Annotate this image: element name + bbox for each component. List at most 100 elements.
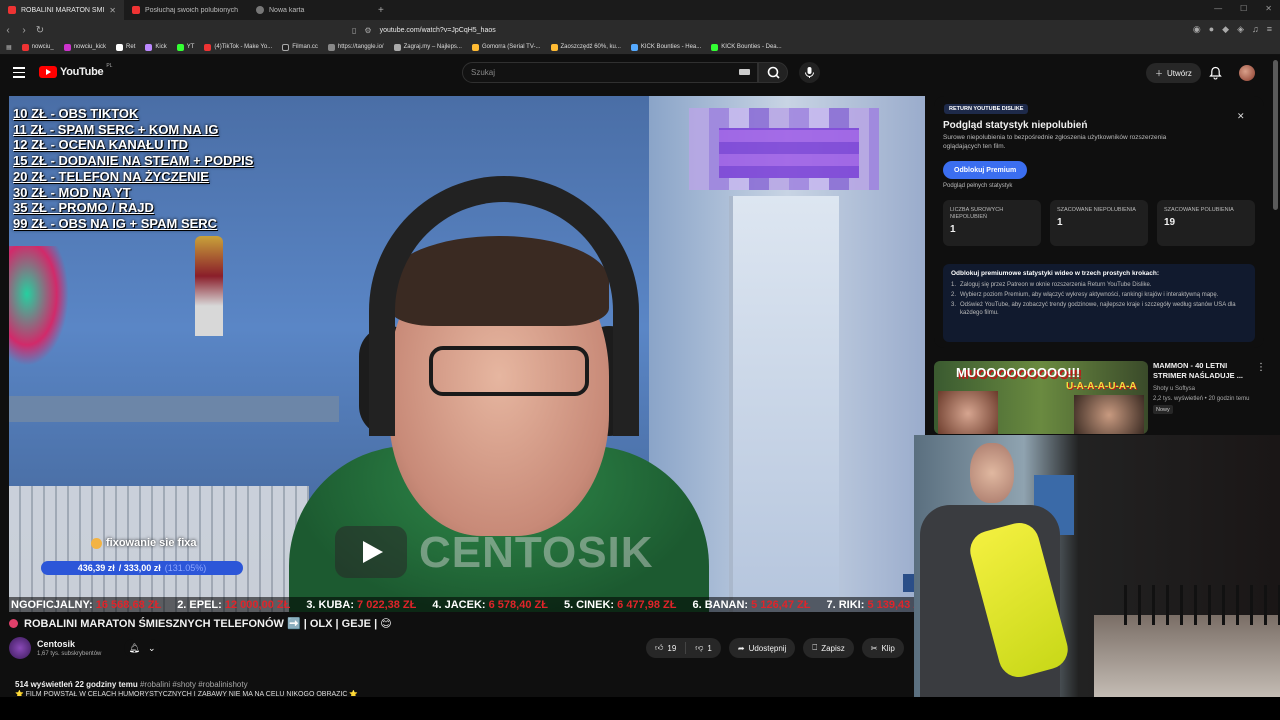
ticker-value: 16 568,68 ZŁ [95, 599, 162, 611]
extension-icon[interactable]: ◈ [1237, 24, 1244, 35]
dislike-button[interactable]: 👎︎ 1 [686, 638, 721, 658]
bookmark-label: (4)TikTok - Make Yo... [214, 44, 273, 50]
play-button[interactable] [335, 526, 407, 578]
bookmark-item[interactable]: nowciu_kick [63, 43, 106, 51]
thumbnail-face [938, 391, 998, 434]
donation-item: 15 ZŁ - DODANIE NA STEAM + PODPIS [13, 153, 254, 169]
bookmark-item[interactable]: Zaoszczędź 60%, ku... [550, 43, 621, 51]
bookmark-label: Kick [155, 44, 167, 50]
music-icon[interactable]: ♫ [1252, 24, 1259, 35]
recommended-thumbnail[interactable]: MUOOOOOOOOO!!! U-A-A-A-U-A-A [934, 361, 1148, 434]
extension-icon[interactable]: ◉ [1193, 24, 1201, 35]
share-icon: ➦ [737, 643, 745, 653]
create-button[interactable]: ＋ Utwórz [1146, 63, 1201, 83]
thumbnail-text: U-A-A-A-U-A-A [1066, 381, 1137, 392]
settings-icon[interactable]: ≡ [1267, 24, 1272, 35]
reload-icon[interactable]: ↻ [32, 25, 48, 36]
hamburger-menu-icon[interactable] [13, 67, 25, 78]
minimize-icon[interactable]: — [1214, 4, 1222, 13]
site-info-icon[interactable]: ⚙ [364, 26, 371, 35]
search-button[interactable] [758, 62, 788, 83]
stat-value: 1 [950, 224, 956, 235]
bed-rail [1124, 585, 1280, 625]
goal-target: / 333,00 zł [118, 563, 161, 573]
keyboard-icon[interactable] [739, 69, 750, 75]
recommended-title[interactable]: MAMMON - 40 LETNI STRIMER NAŚLADUJE ... [1153, 361, 1249, 381]
bookmark-item[interactable]: Kick [145, 43, 167, 51]
browser-tab[interactable]: Posłuchaj swoich polubionych utwo [124, 0, 248, 20]
person-head [970, 443, 1014, 503]
apps-icon[interactable]: ▦ [6, 44, 12, 51]
bookmark-label: Zagraj.my – Najleps... [403, 44, 462, 50]
save-label: Zapisz [821, 643, 845, 653]
url-text: youtube.com/watch?v=JpCqH5_haos [379, 26, 496, 34]
stat-label: LICZBA SUROWYCH NIEPOLUBIEŃ [950, 207, 1004, 220]
ticker-name: 3. KUBA: [306, 599, 354, 611]
like-button[interactable]: 👍︎ 19 [646, 638, 685, 658]
ticker-name: 7. RIKI: [826, 599, 865, 611]
bookmark-item[interactable]: Ret [116, 43, 135, 51]
new-tab-button[interactable]: + [372, 5, 390, 16]
bookmark-item[interactable]: https://tanggle.io/ [327, 43, 384, 51]
thumbs-down-icon: 👎︎ [695, 643, 704, 652]
ticker-name: 2. EPEL: [177, 599, 222, 611]
voice-search-button[interactable] [799, 62, 820, 83]
notifications-button[interactable] [1209, 66, 1222, 85]
ryd-badge: RETURN YOUTUBE DISLIKE [944, 104, 1029, 114]
bookmark-item[interactable]: Filman.cc [282, 43, 318, 51]
channel-name[interactable]: Centosik [37, 639, 75, 649]
extension-icon[interactable]: ● [1209, 24, 1214, 35]
clip-button[interactable]: ✂ Klip [861, 638, 904, 658]
ticker-value: 5 126,47 ZŁ [751, 599, 811, 611]
stat-value: 1 [1057, 217, 1063, 228]
page-scrollbar[interactable] [1273, 60, 1278, 210]
back-icon[interactable]: ‹ [0, 25, 16, 36]
subscription-bell-button[interactable]: 🔔︎ ⌄ [124, 639, 160, 657]
close-icon[interactable]: ✕ [1237, 111, 1245, 122]
search-placeholder: Szukaj [471, 68, 496, 77]
more-options-icon[interactable]: ⋮ [1256, 362, 1266, 373]
video-player[interactable]: 10 ZŁ - OBS TIKTOK 11 ZŁ - SPAM SERC + K… [9, 96, 925, 612]
ryd-preview-link[interactable]: Podgląd pełnych statystyk [943, 183, 1012, 189]
goal-label-text: fixowanie sie fixa [106, 537, 197, 549]
recommended-channel[interactable]: Shoty u Softysa [1153, 384, 1249, 394]
share-button[interactable]: ➦ Udostępnij [728, 638, 796, 658]
tab-title: Posłuchaj swoich polubionych utwo [145, 6, 240, 14]
video-radiator [9, 486, 309, 612]
bookmark-item[interactable]: KICK Bounties - Dea... [711, 43, 782, 51]
youtube-logo[interactable]: YouTube PL [39, 63, 112, 78]
ticker-item: 2. EPEL: 12 000,00 ZŁ [177, 599, 290, 611]
recommended-stats: 2,2 tys. wyświetleń • 20 godzin temu [1153, 396, 1250, 402]
bookmark-label: Filman.cc [292, 44, 318, 50]
address-bar[interactable]: ▯ ⚙ youtube.com/watch?v=JpCqH5_haos [352, 23, 912, 37]
bookmark-item[interactable]: (4)TikTok - Make Yo... [204, 43, 273, 51]
bookmark-item[interactable]: YT [176, 43, 194, 51]
tab-title: ROBALINI MARATON ŚMI [21, 6, 105, 14]
forward-icon[interactable]: › [16, 25, 32, 36]
globe-icon [256, 6, 264, 14]
channel-avatar[interactable] [9, 637, 31, 659]
thumbnail-face [1074, 395, 1144, 434]
close-window-icon[interactable]: ✕ [1265, 4, 1272, 13]
bookmark-item[interactable]: Zagraj.my – Najleps... [393, 43, 462, 51]
thumbs-up-icon: 👍︎ [655, 643, 664, 652]
extension-icon[interactable]: ◆ [1222, 24, 1229, 35]
close-tab-icon[interactable]: ✕ [109, 6, 116, 15]
bookmark-icon[interactable]: ▯ [352, 26, 356, 35]
youtube-favicon-icon [132, 6, 140, 14]
search-input[interactable]: Szukaj [462, 62, 758, 83]
unlock-premium-button[interactable]: Odblokuj Premium [943, 161, 1028, 179]
bookmark-item[interactable]: Gomorra (Serial TV-... [471, 43, 541, 51]
account-avatar[interactable] [1239, 65, 1255, 81]
bookmark-item[interactable]: KICK Bounties - Hea... [630, 43, 701, 51]
hashtags[interactable]: #robalini #shoty #robalinishoty [140, 680, 248, 689]
bookmark-item[interactable]: nowciu_ [21, 43, 54, 51]
video-title-text: ROBALINI MARATON ŚMIESZNYCH TELEFONÓW ➡️… [24, 618, 392, 630]
save-button[interactable]: ⎕ Zapisz [803, 638, 854, 658]
browser-tab-active[interactable]: ROBALINI MARATON ŚMI ✕ [0, 0, 124, 20]
maximize-icon[interactable]: ☐ [1240, 4, 1247, 13]
donation-item: 99 ZŁ - OBS NA IG + SPAM SERC [13, 215, 218, 231]
browser-tab[interactable]: Nowa karta [248, 0, 372, 20]
donation-item: 30 ZŁ - MOD NA YT [13, 184, 131, 200]
step-item: 1. Zaloguj się przez Patreon w oknie rozs… [951, 282, 1152, 288]
